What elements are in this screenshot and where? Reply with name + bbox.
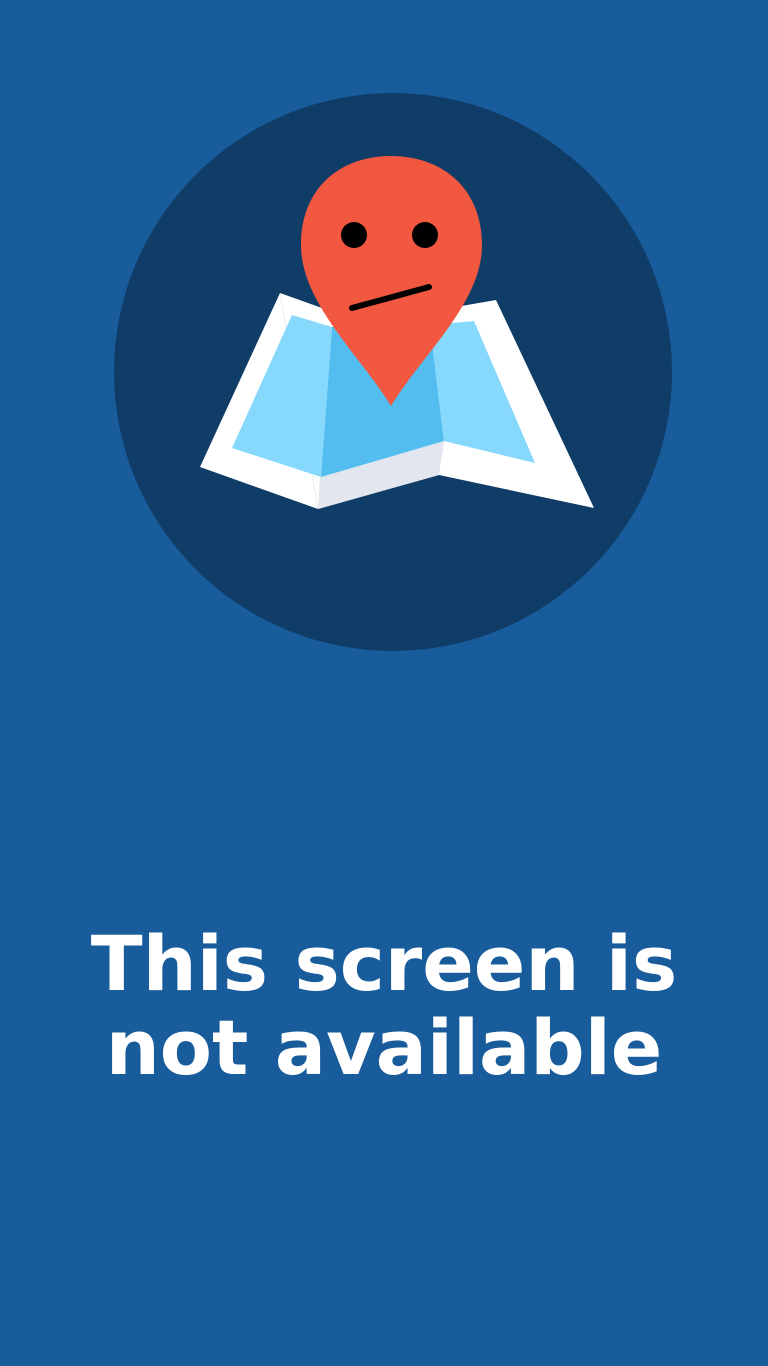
pin-left-eye-icon: [341, 222, 367, 248]
map-pin-illustration: [114, 93, 672, 651]
map-with-sad-pin-icon: [114, 93, 672, 651]
pin-right-eye-icon: [412, 222, 438, 248]
unavailable-message: This screen is not available: [0, 922, 768, 1090]
unavailable-message-line-1: This screen is: [90, 919, 678, 1008]
unavailable-message-line-2: not available: [105, 1003, 663, 1092]
unavailable-screen: { "colors": { "background": "#185c9b", "…: [0, 0, 768, 1366]
